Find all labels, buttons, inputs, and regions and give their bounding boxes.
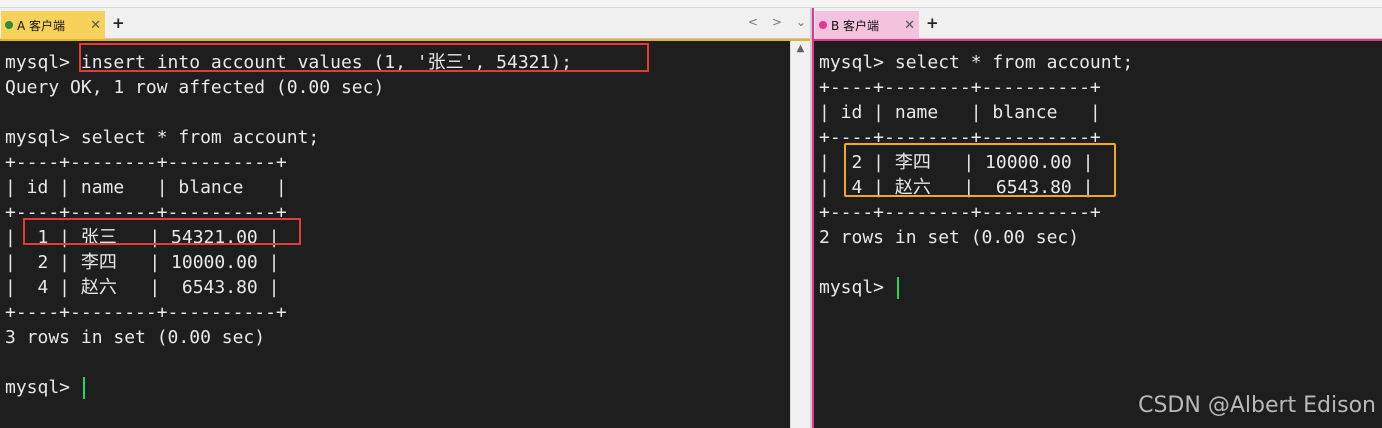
text-cursor (82, 377, 85, 399)
terminal-line: mysql> select * from account; (819, 52, 1134, 73)
tab-navigation: < > ⌄ (748, 15, 806, 29)
terminal-line: | 2 | 李四 | 10000.00 | (819, 152, 1094, 173)
terminal-line: 3 rows in set (0.00 sec) (5, 327, 266, 348)
client-a-pane: A 客户端 ✕ + < > ⌄ mysql> insert into accou… (0, 8, 810, 428)
terminal-line: +----+--------+----------+ (819, 77, 1101, 98)
terminal-line: | 2 | 李四 | 10000.00 | (5, 252, 280, 273)
status-dot-icon (5, 21, 13, 29)
tab-bar-b: B 客户端 ✕ + (814, 8, 1382, 39)
terminal-line: | 4 | 赵六 | 6543.80 | (5, 277, 280, 298)
terminal-line: Query OK, 1 row affected (0.00 sec) (5, 77, 385, 98)
scrollbar[interactable]: ▲ (790, 41, 810, 428)
tab-label: B 客户端 (831, 18, 880, 33)
terminal-line: | 4 | 赵六 | 6543.80 | (819, 177, 1094, 198)
terminal-line: | id | name | blance | (5, 177, 287, 198)
terminal-line: +----+--------+----------+ (5, 302, 287, 323)
terminal-line: mysql> insert into account values (1, '张… (5, 52, 573, 73)
close-icon[interactable]: ✕ (904, 18, 915, 33)
new-tab-button[interactable]: + (926, 14, 939, 32)
terminal-line: +----+--------+----------+ (5, 202, 287, 223)
tab-label: A 客户端 (17, 18, 66, 33)
chevron-right-icon[interactable]: > (772, 15, 782, 29)
new-tab-button[interactable]: + (112, 14, 125, 32)
chevron-left-icon[interactable]: < (748, 15, 758, 29)
prompt-text: mysql> (5, 377, 81, 398)
terminal-line: | id | name | blance | (819, 102, 1101, 123)
terminal-line: +----+--------+----------+ (819, 127, 1101, 148)
scroll-up-icon[interactable]: ▲ (791, 43, 810, 54)
text-cursor (896, 277, 899, 299)
terminal-line: | 1 | 张三 | 54321.00 | (5, 227, 280, 248)
tab-client-a[interactable]: A 客户端 ✕ (1, 11, 105, 39)
client-b-pane: B 客户端 ✕ + mysql> select * from account; … (812, 8, 1382, 428)
terminal-prompt-line: mysql> (5, 375, 790, 400)
top-strip (0, 0, 1382, 8)
terminal-a[interactable]: mysql> insert into account values (1, '张… (0, 41, 790, 428)
status-dot-icon (819, 21, 827, 29)
terminal-prompt-line: mysql> (819, 275, 1382, 300)
terminal-line: 2 rows in set (0.00 sec) (819, 227, 1080, 248)
chevron-down-icon[interactable]: ⌄ (796, 15, 806, 29)
prompt-text: mysql> (819, 277, 895, 298)
terminal-line: +----+--------+----------+ (819, 202, 1101, 223)
terminal-line: +----+--------+----------+ (5, 152, 287, 173)
watermark: CSDN @Albert Edison (1138, 393, 1376, 418)
close-icon[interactable]: ✕ (90, 18, 101, 33)
terminal-b[interactable]: mysql> select * from account; +----+----… (814, 41, 1382, 428)
terminal-line: mysql> select * from account; (5, 127, 320, 148)
tab-client-b[interactable]: B 客户端 ✕ (815, 11, 919, 39)
tab-bar-a: A 客户端 ✕ + < > ⌄ (0, 8, 810, 39)
